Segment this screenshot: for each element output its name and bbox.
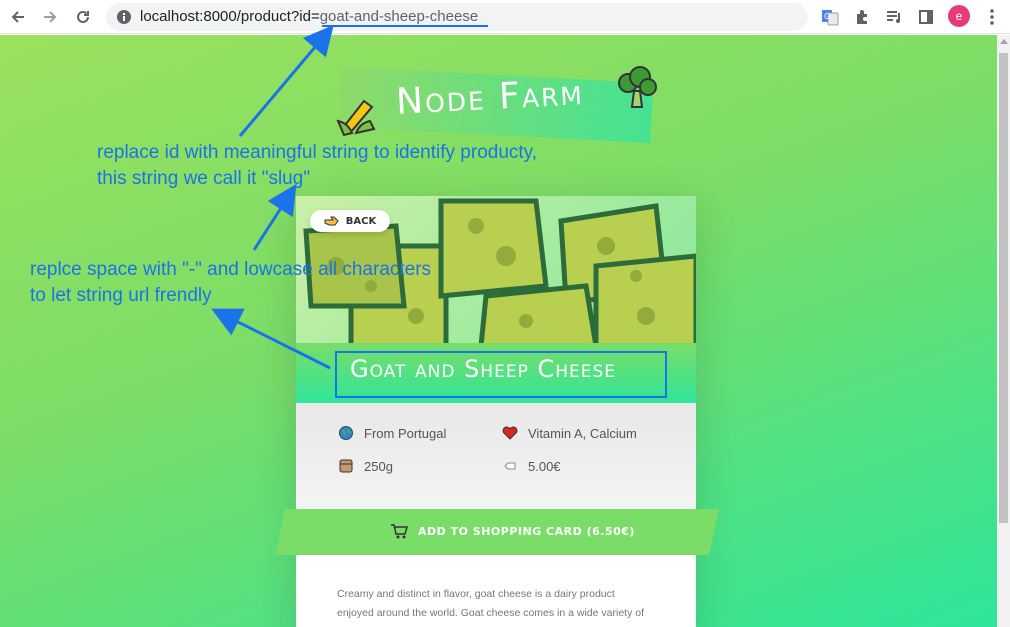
- annotation-hyphen: replce space with "-" and lowcase all ch…: [30, 257, 431, 309]
- description-line-1: Creamy and distinct in flavor, goat chee…: [337, 588, 615, 600]
- origin-text: From Portugal: [364, 425, 447, 441]
- profile-avatar[interactable]: e: [948, 5, 970, 27]
- reload-icon[interactable]: [71, 5, 95, 29]
- back-arrow-icon[interactable]: [6, 5, 30, 29]
- url-host: localhost:8000/product?id=: [140, 8, 320, 25]
- add-to-cart-label[interactable]: ADD TO SHOPPING CARD (6.50€): [390, 523, 635, 539]
- extensions-icon[interactable]: [852, 7, 872, 27]
- translate-icon[interactable]: G: [820, 7, 840, 27]
- detail-price: 5.00€: [502, 458, 561, 474]
- back-button[interactable]: BACK: [310, 210, 390, 232]
- url-text[interactable]: localhost:8000/product?id=goat-and-sheep…: [140, 8, 478, 25]
- forward-arrow-icon[interactable]: [38, 5, 62, 29]
- buy-text: ADD TO SHOPPING CARD (6.50€): [418, 524, 635, 538]
- pointing-hand-icon: [324, 216, 339, 226]
- heart-icon: [502, 425, 518, 441]
- price-text: 5.00€: [528, 458, 561, 474]
- package-icon: [338, 458, 354, 474]
- quantity-text: 250g: [364, 458, 393, 474]
- globe-icon: [338, 425, 354, 441]
- annotation-hyphen-line-1: replce space with "-" and lowcase all ch…: [30, 259, 432, 280]
- cart-icon: [391, 524, 408, 539]
- annotation-slug: replace id with meaningful string to ide…: [97, 140, 537, 192]
- svg-text:G: G: [824, 12, 830, 21]
- product-details: From Portugal Vitamin A, Calcium 250g 5.…: [296, 403, 696, 516]
- detail-nutrients: Vitamin A, Calcium: [502, 425, 637, 441]
- product-title: Goat and Sheep Cheese: [350, 355, 617, 383]
- site-info-icon[interactable]: [116, 9, 132, 25]
- annotation-slug-line-1: replace id with meaningful string to ide…: [97, 142, 538, 163]
- corn-icon: [336, 99, 376, 137]
- page-scrollbar[interactable]: [997, 35, 1010, 627]
- back-label: BACK: [345, 215, 377, 227]
- detail-quantity: 250g: [338, 458, 393, 474]
- product-description: Creamy and distinct in flavor, goat chee…: [337, 585, 667, 623]
- nutrients-text: Vitamin A, Calcium: [528, 425, 637, 441]
- page-viewport: Node Farm BACK From Portugal Vitamin A, …: [0, 35, 997, 627]
- price-tag-icon: [502, 458, 518, 474]
- url-slug: goat-and-sheep-cheese: [319, 8, 479, 25]
- detail-origin: From Portugal: [338, 425, 446, 441]
- description-line-2: enjoyed around the world. Goat cheese co…: [337, 607, 645, 619]
- menu-kebab-icon[interactable]: [982, 7, 1002, 27]
- side-panel-icon[interactable]: [916, 7, 936, 27]
- scroll-up-arrow-icon[interactable]: [1000, 39, 1008, 44]
- scroll-thumb[interactable]: [999, 53, 1008, 523]
- annotation-slug-line-2: this string we call it "slug": [97, 168, 311, 189]
- annotation-hyphen-line-2: to let string url frendly: [30, 285, 212, 306]
- browser-toolbar: localhost:8000/product?id=goat-and-sheep…: [0, 0, 1010, 34]
- broccoli-icon: [618, 66, 657, 108]
- address-bar[interactable]: localhost:8000/product?id=goat-and-sheep…: [106, 3, 808, 31]
- media-control-icon[interactable]: [884, 7, 904, 27]
